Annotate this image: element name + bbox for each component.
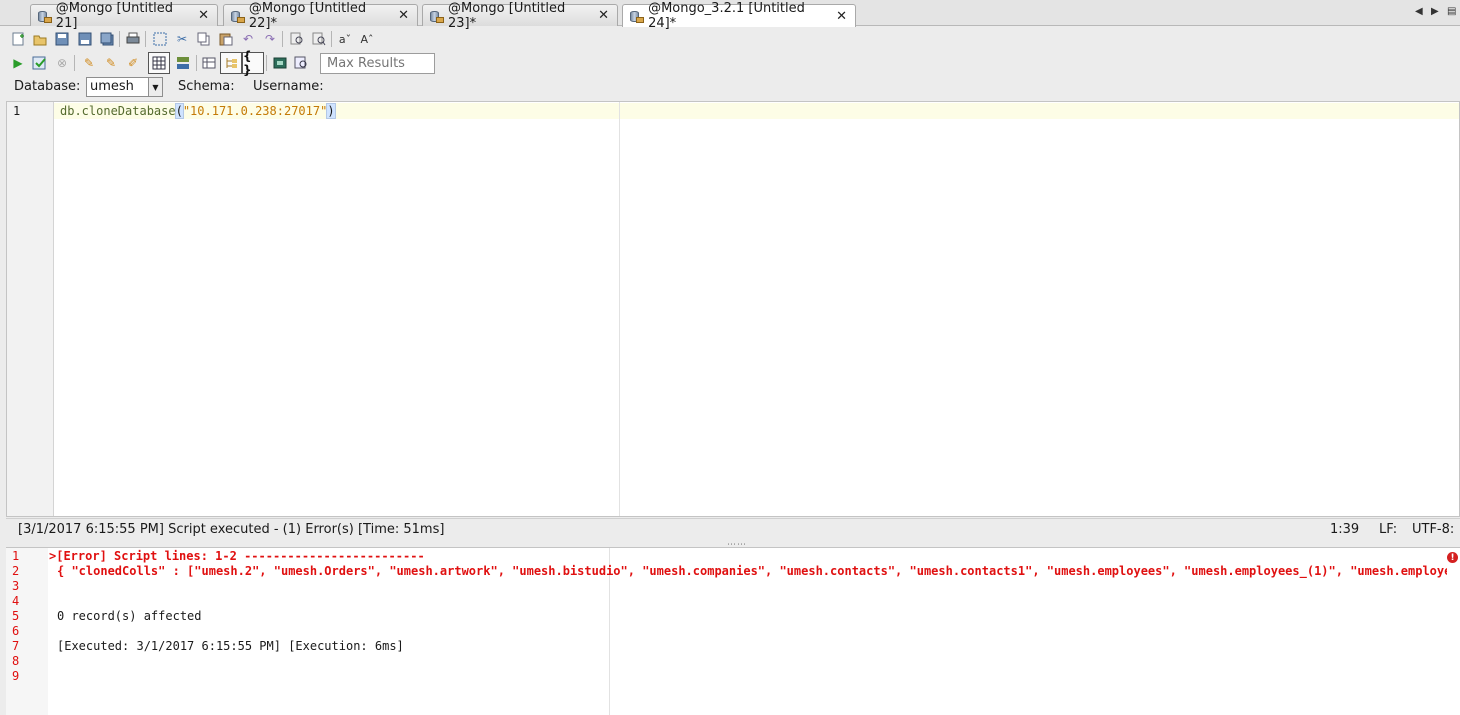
code-line[interactable]: db.cloneDatabase("10.171.0.238:27017") xyxy=(60,103,336,119)
cursor-position: 1:39 xyxy=(1330,522,1360,537)
grid-results-toggle[interactable] xyxy=(148,52,170,74)
preview-icon[interactable] xyxy=(292,54,310,72)
mongo-connection-icon xyxy=(37,9,52,23)
output-line-number: 7 xyxy=(12,639,20,653)
clone-result-line: { "clonedColls" : ["umesh.2", "umesh.Ord… xyxy=(57,564,1447,578)
undo-icon[interactable]: ↶ xyxy=(239,30,257,48)
tab-untitled-21[interactable]: @Mongo [Untitled 21] ✕ xyxy=(30,1,218,31)
status-bar: [3/1/2017 6:15:55 PM] Script executed - … xyxy=(6,518,1460,540)
status-message: [3/1/2017 6:15:55 PM] Script executed - … xyxy=(18,522,445,537)
lowercase-icon[interactable]: aˇ xyxy=(336,30,354,48)
database-label: Database: xyxy=(14,79,81,94)
output-line-number: 8 xyxy=(12,654,20,668)
paste-icon[interactable] xyxy=(217,30,235,48)
find-icon[interactable] xyxy=(288,30,306,48)
chevron-down-icon[interactable]: ▼ xyxy=(148,78,162,96)
save-as-icon[interactable] xyxy=(76,30,94,48)
code-call: db.cloneDatabase xyxy=(60,104,176,118)
commit-icon[interactable]: ✎ xyxy=(80,54,98,72)
error-marker-icon[interactable]: ! xyxy=(1447,552,1458,563)
cut-icon[interactable]: ✂ xyxy=(173,30,191,48)
close-icon[interactable]: ✕ xyxy=(598,8,609,23)
output-line-number: 2 xyxy=(12,564,20,578)
scroll-tabs-right-icon[interactable]: ▶ xyxy=(1431,6,1439,17)
scroll-tabs-left-icon[interactable]: ◀ xyxy=(1415,6,1423,17)
mongo-connection-icon xyxy=(429,9,444,23)
editor-print-margin xyxy=(619,102,620,516)
stop-execution-icon[interactable]: ⊗ xyxy=(53,54,71,72)
tab-untitled-22[interactable]: @Mongo [Untitled 22]* ✕ xyxy=(223,1,418,31)
query-editor[interactable]: 1 db.cloneDatabase("10.171.0.238:27017") xyxy=(6,101,1460,517)
error-header: >[Error] Script lines: 1-2 -------------… xyxy=(49,549,425,563)
output-line-number: 4 xyxy=(12,594,20,608)
output-line-number: 3 xyxy=(12,579,20,593)
code-string-arg: "10.171.0.238:27017" xyxy=(182,104,328,118)
close-icon[interactable]: ✕ xyxy=(836,9,847,24)
records-affected: 0 record(s) affected xyxy=(57,609,202,623)
editor-toolbar-bottom: ▶ ⊗ ✎ ✎ ✐ { } xyxy=(0,49,1460,77)
tab-untitled-24[interactable]: @Mongo_3.2.1 [Untitled 24]* ✕ xyxy=(622,1,856,31)
rollback-icon[interactable]: ✎ xyxy=(102,54,120,72)
print-icon[interactable] xyxy=(124,30,142,48)
executed-info: [Executed: 3/1/2017 6:15:55 PM] [Executi… xyxy=(57,639,404,653)
encoding[interactable]: UTF-8: xyxy=(1412,522,1454,537)
text-results-icon[interactable] xyxy=(174,54,192,72)
username-label: Username: xyxy=(253,79,324,94)
editor-tab-bar: @Mongo [Untitled 21] ✕ @Mongo [Untitled … xyxy=(0,0,1460,31)
json-view-toggle[interactable]: { } xyxy=(242,49,264,77)
code-open-paren: ( xyxy=(174,103,184,119)
execute-icon[interactable]: ▶ xyxy=(9,54,27,72)
schema-label: Schema: xyxy=(178,79,235,94)
save-icon[interactable] xyxy=(53,30,71,48)
output-line-number: 1 xyxy=(12,549,20,563)
output-line-number: 5 xyxy=(12,609,20,623)
tree-view-toggle[interactable] xyxy=(220,52,242,74)
open-folder-icon[interactable] xyxy=(31,30,49,48)
redo-icon[interactable]: ↷ xyxy=(261,30,279,48)
table-view-icon[interactable] xyxy=(200,54,218,72)
export-icon[interactable] xyxy=(271,54,289,72)
tab-label: @Mongo [Untitled 23]* xyxy=(448,0,566,31)
select-all-icon[interactable] xyxy=(151,30,169,48)
database-value: umesh xyxy=(90,79,134,94)
tab-label: @Mongo [Untitled 21] xyxy=(55,0,174,31)
line-ending[interactable]: LF: xyxy=(1379,522,1397,537)
output-pane[interactable]: 1 2 3 4 5 6 7 8 9 >[Error] Script lines:… xyxy=(6,547,1460,715)
line-number: 1 xyxy=(13,104,21,118)
execute-current-icon[interactable] xyxy=(31,54,49,72)
max-results-input[interactable] xyxy=(320,53,435,74)
tab-list-icon[interactable]: ▤ xyxy=(1447,6,1456,17)
uppercase-icon[interactable]: Aˆ xyxy=(358,30,376,48)
mongo-connection-icon xyxy=(230,9,245,23)
output-line-number: 9 xyxy=(12,669,20,683)
editor-toolbar-top: ✂ ↶ ↷ aˇ Aˆ xyxy=(0,27,1460,51)
find-replace-icon[interactable] xyxy=(310,30,328,48)
copy-icon[interactable] xyxy=(195,30,213,48)
editor-line-gutter xyxy=(7,102,54,516)
tab-untitled-23[interactable]: @Mongo [Untitled 23]* ✕ xyxy=(422,1,618,31)
code-close-paren: ) xyxy=(326,103,336,119)
tab-label: @Mongo [Untitled 22]* xyxy=(248,0,367,31)
database-select[interactable]: umesh ▼ xyxy=(86,77,163,97)
mongo-connection-icon xyxy=(629,9,645,23)
close-icon[interactable]: ✕ xyxy=(198,8,209,23)
text-caret xyxy=(334,104,336,117)
new-file-icon[interactable] xyxy=(9,30,27,48)
output-line-number: 6 xyxy=(12,624,20,638)
close-icon[interactable]: ✕ xyxy=(398,8,409,23)
save-all-icon[interactable] xyxy=(98,30,116,48)
format-icon[interactable]: ✐ xyxy=(124,54,142,72)
connection-bar: Database: umesh ▼ Schema: Username: xyxy=(0,76,1460,98)
